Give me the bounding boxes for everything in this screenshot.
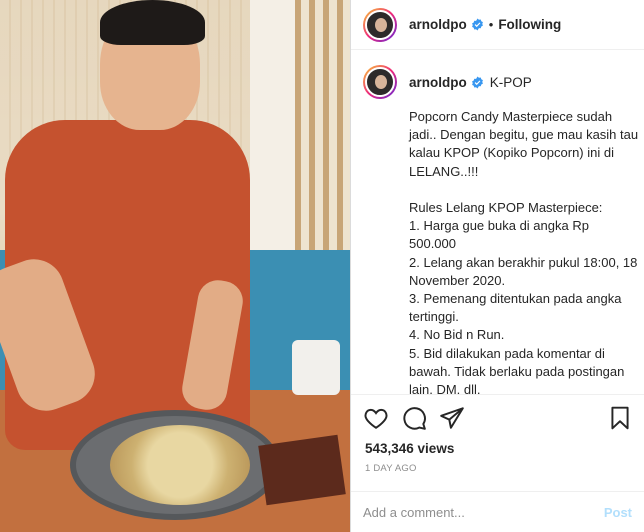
post-timestamp[interactable]: 1 DAY AGO	[365, 463, 417, 474]
snack-package	[258, 434, 346, 506]
post-video[interactable]	[0, 0, 350, 532]
caption-avatar[interactable]	[363, 65, 397, 99]
heart-icon[interactable]	[363, 405, 389, 431]
comment-form: Post	[351, 491, 644, 532]
caption-author-row: arnoldpo K-POP	[363, 62, 644, 102]
popcorn-in-wok	[110, 425, 250, 505]
avatar[interactable]	[363, 7, 397, 42]
following-button[interactable]: Following	[498, 17, 561, 32]
comment-icon[interactable]	[401, 405, 427, 431]
comment-input[interactable]	[363, 505, 604, 520]
action-icon-row	[363, 405, 633, 435]
verified-badge-icon	[471, 76, 483, 88]
header-username[interactable]: arnoldpo	[409, 17, 467, 32]
avatar-image	[365, 9, 395, 40]
caption-username[interactable]: arnoldpo	[409, 75, 467, 90]
caption-avatar-image	[365, 67, 395, 97]
header-separator: •	[488, 17, 494, 32]
view-count[interactable]: 543,346 views	[365, 441, 454, 456]
caption-section: arnoldpo K-POP Popcorn Candy Masterpiece…	[351, 62, 644, 394]
post-side-panel: arnoldpo • Following arnoldpo K-POP Popc…	[351, 0, 644, 532]
caption-text: Popcorn Candy Masterpiece sudah jadi.. D…	[409, 109, 639, 394]
background-rattan-panel	[295, 0, 350, 250]
caption-tag: K-POP	[489, 74, 532, 90]
post-actions: 543,346 views 1 DAY AGO Post	[351, 394, 644, 532]
verified-badge-icon	[471, 18, 483, 31]
person-hair	[100, 0, 205, 45]
bookmark-icon[interactable]	[607, 405, 633, 431]
post-comment-button[interactable]: Post	[604, 505, 632, 520]
post-header: arnoldpo • Following	[351, 0, 644, 50]
blender-appliance	[292, 340, 340, 395]
share-icon[interactable]	[439, 405, 465, 431]
